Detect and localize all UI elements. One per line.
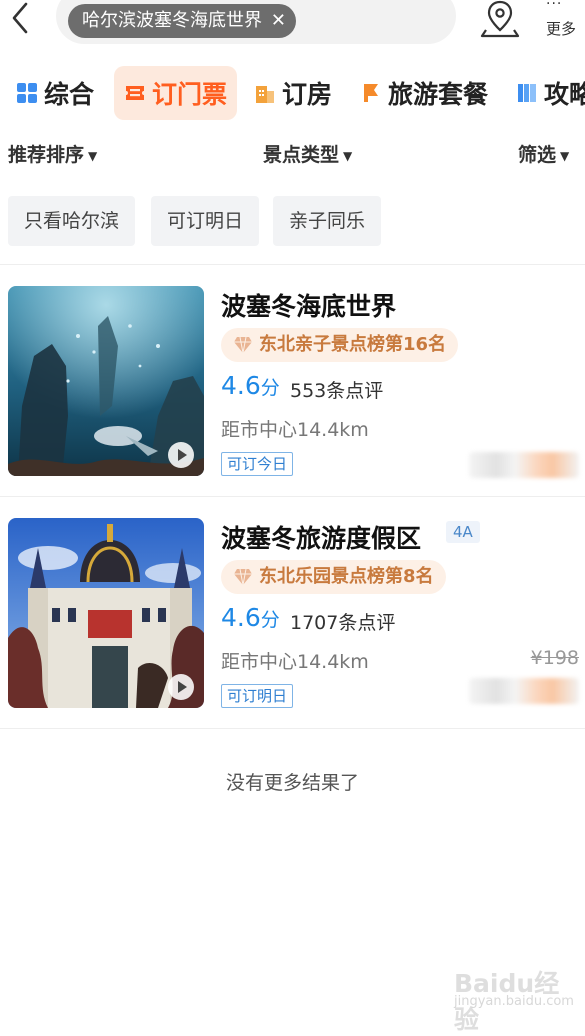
grid-icon (17, 83, 37, 103)
tab-hotel[interactable]: 订房 (254, 66, 332, 120)
filter-label: 筛选 (518, 144, 557, 166)
watermark: Baidu经验 jingyan.baidu.com (448, 962, 578, 1034)
divider (0, 264, 585, 265)
result-card[interactable]: 波塞冬海底世界 东北亲子景点榜第16名 4.6分 553条点评 距市中心14.4… (0, 284, 585, 484)
result-card[interactable]: 波塞冬旅游度假区 4A 东北乐园景点榜第8名 4.6分 1707条点评 距市中心… (0, 516, 585, 716)
header-bar: 哈尔滨波塞冬海底世界 ✕ ··· 更多 (0, 0, 585, 48)
ticket-icon (126, 86, 144, 100)
watermark-url: jingyan.baidu.com (454, 994, 574, 1009)
distance-text: 距市中心14.4km (221, 419, 369, 441)
quick-tag-tomorrow[interactable]: 可订明日 (151, 196, 260, 246)
back-button[interactable] (6, 0, 36, 36)
filter-bar: 推荐排序 ▼ 景点类型 ▼ 筛选 ▼ (0, 140, 585, 170)
attraction-title[interactable]: 波塞冬旅游度假区 (221, 519, 421, 555)
search-query-chip[interactable]: 哈尔滨波塞冬海底世界 ✕ (68, 4, 296, 38)
tab-label: 订门票 (152, 80, 228, 109)
caret-down-icon: ▼ (560, 148, 570, 163)
tab-label: 综合 (44, 80, 95, 109)
sort-dropdown[interactable]: 推荐排序 ▼ (8, 140, 97, 167)
attraction-photo[interactable] (8, 286, 204, 476)
availability-badge: 可订今日 (221, 452, 294, 476)
search-bar[interactable]: 哈尔滨波塞冬海底世界 ✕ (56, 0, 456, 44)
tab-label: 攻略 (544, 80, 585, 109)
attraction-photo[interactable] (8, 518, 204, 708)
building-icon (256, 86, 274, 103)
type-dropdown[interactable]: 景点类型 ▼ (263, 140, 352, 167)
more-button[interactable]: ··· 更多 (544, 0, 585, 40)
diamond-icon (234, 336, 252, 354)
clear-icon[interactable]: ✕ (271, 4, 286, 38)
tab-packages[interactable]: 旅游套餐 (360, 66, 488, 120)
price-blurred (469, 452, 579, 478)
filter-dropdown[interactable]: 筛选 ▼ (518, 140, 569, 167)
price-blurred (469, 678, 579, 704)
distance-text: 距市中心14.4km (221, 651, 369, 673)
tab-all[interactable]: 综合 (16, 66, 94, 120)
search-query-text: 哈尔滨波塞冬海底世界 (82, 10, 262, 31)
category-tabs: 综合 订门票 订房 旅游套餐 攻略 (0, 66, 585, 122)
chevron-left-icon (12, 2, 28, 34)
map-button[interactable] (480, 0, 520, 38)
caret-down-icon: ▼ (88, 148, 98, 163)
availability-badge: 可订明日 (221, 684, 294, 708)
rating-score: 4.6 (221, 371, 261, 400)
rank-badge[interactable]: 东北乐园景点榜第8名 (221, 560, 446, 594)
divider (0, 496, 585, 497)
rating: 4.6分 (221, 603, 280, 632)
more-label: 更多 (546, 20, 577, 38)
tab-label: 订房 (282, 80, 333, 109)
play-icon[interactable] (168, 442, 194, 468)
tab-tickets[interactable]: 订门票 (114, 66, 238, 120)
rating-unit: 分 (260, 609, 280, 631)
rating-unit: 分 (260, 377, 280, 399)
quick-tag-family[interactable]: 亲子同乐 (273, 196, 382, 246)
more-dots-icon: ··· (546, 0, 563, 12)
flag-icon (364, 84, 378, 102)
rating-score: 4.6 (221, 603, 261, 632)
attraction-title[interactable]: 波塞冬海底世界 (221, 287, 396, 323)
caret-down-icon: ▼ (343, 148, 353, 163)
diamond-icon (234, 568, 252, 586)
rank-text: 东北乐园景点榜第8名 (259, 566, 434, 587)
scenic-level-badge: 4A (446, 521, 480, 543)
tab-label: 旅游套餐 (388, 80, 489, 109)
quick-tag-harbin[interactable]: 只看哈尔滨 (8, 196, 136, 246)
book-icon (518, 84, 536, 102)
original-price: ¥198 (530, 647, 579, 669)
rank-text: 东北亲子景点榜第16名 (259, 334, 447, 355)
rating: 4.6分 (221, 371, 280, 400)
map-pin-icon (480, 0, 520, 38)
review-count[interactable]: 1707条点评 (290, 608, 395, 635)
divider (0, 728, 585, 729)
tab-guides[interactable]: 攻略 (516, 66, 585, 120)
sort-label: 推荐排序 (8, 144, 85, 166)
play-icon[interactable] (168, 674, 194, 700)
end-of-results-text: 没有更多结果了 (225, 772, 359, 794)
rank-badge[interactable]: 东北亲子景点榜第16名 (221, 328, 459, 362)
type-label: 景点类型 (263, 144, 340, 166)
review-count[interactable]: 553条点评 (290, 376, 383, 403)
